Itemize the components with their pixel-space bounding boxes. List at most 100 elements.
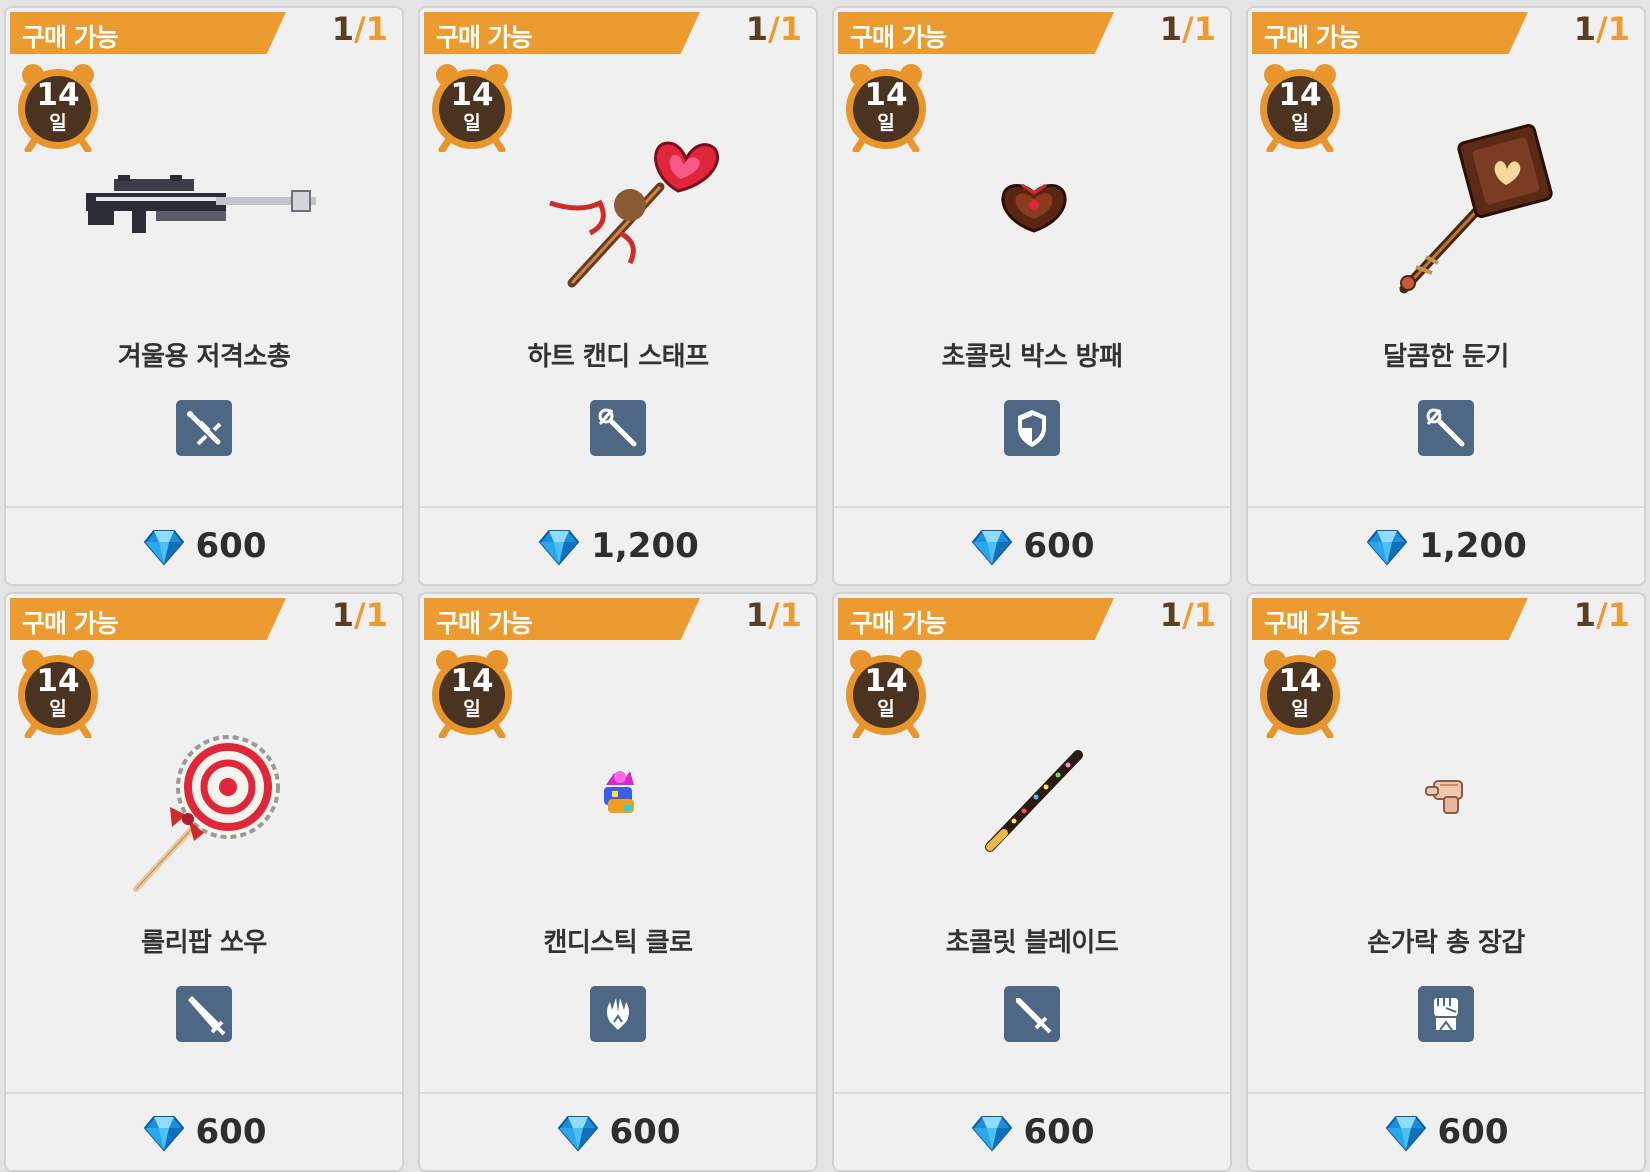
shop-item-card[interactable]: 구매 가능 1/1 14 일 초콜릿 블레이드 600 — [832, 592, 1232, 1172]
quantity-max: 1 — [365, 10, 388, 48]
quantity-separator: / — [1182, 596, 1194, 634]
blue-gem-icon — [970, 1110, 1014, 1154]
quantity-current: 1 — [1159, 10, 1183, 48]
price-bar[interactable]: 600 — [834, 1092, 1230, 1170]
blue-gem-icon — [1384, 1110, 1428, 1154]
quantity-max: 1 — [365, 596, 388, 634]
item-price: 1,200 — [1419, 526, 1527, 566]
gauntlet-icon — [1418, 986, 1474, 1042]
heart-candy-staff-icon — [480, 103, 760, 323]
shop-item-grid: 구매 가능 1/1 14 일 겨울용 저격소총 600 구매 가능 1/1 14… — [0, 0, 1650, 1172]
price-bar[interactable]: 600 — [6, 1092, 402, 1170]
item-price: 600 — [1437, 1112, 1509, 1152]
price-bar[interactable]: 600 — [834, 506, 1230, 584]
shield-icon — [1004, 400, 1060, 456]
item-name: 캔디스틱 클로 — [543, 928, 693, 958]
staff-icon — [590, 400, 646, 456]
quantity-max: 1 — [1193, 596, 1216, 634]
blue-gem-icon — [537, 524, 581, 568]
quantity-max: 1 — [1607, 596, 1630, 634]
quantity-max: 1 — [779, 596, 802, 634]
claw-icon — [590, 986, 646, 1042]
availability-label: 구매 가능 — [436, 23, 533, 52]
availability-banner: 구매 가능 — [1252, 598, 1528, 640]
purchase-quantity: 1/1 — [746, 596, 802, 634]
shop-item-card[interactable]: 구매 가능 1/1 14 일 달콤한 둔기 1,200 — [1246, 6, 1646, 586]
purchase-quantity: 1/1 — [746, 10, 802, 48]
quantity-current: 1 — [331, 10, 355, 48]
sniper-rifle-icon — [176, 400, 232, 456]
availability-banner: 구매 가능 — [1252, 12, 1528, 54]
quantity-separator: / — [1596, 10, 1608, 48]
blue-gem-icon — [1365, 524, 1409, 568]
sword-icon — [1004, 986, 1060, 1042]
item-name: 롤리팝 쏘우 — [141, 928, 267, 958]
availability-label: 구매 가능 — [1264, 609, 1361, 638]
availability-label: 구매 가능 — [436, 609, 533, 638]
great-sword-icon — [176, 986, 232, 1042]
chocolate-blade-icon — [894, 689, 1174, 909]
availability-banner: 구매 가능 — [838, 12, 1114, 54]
purchase-quantity: 1/1 — [1160, 596, 1216, 634]
purchase-quantity: 1/1 — [332, 10, 388, 48]
quantity-separator: / — [768, 596, 780, 634]
quantity-current: 1 — [1159, 596, 1183, 634]
price-bar[interactable]: 1,200 — [420, 506, 816, 584]
quantity-separator: / — [768, 10, 780, 48]
shop-item-card[interactable]: 구매 가능 1/1 14 일 겨울용 저격소총 600 — [4, 6, 404, 586]
purchase-quantity: 1/1 — [1160, 10, 1216, 48]
price-bar[interactable]: 600 — [1248, 1092, 1644, 1170]
quantity-current: 1 — [745, 596, 769, 634]
availability-label: 구매 가능 — [22, 609, 119, 638]
availability-banner: 구매 가능 — [10, 12, 286, 54]
sweet-mace-icon — [1308, 103, 1588, 323]
availability-label: 구매 가능 — [22, 23, 119, 52]
quantity-separator: / — [354, 596, 366, 634]
shop-item-card[interactable]: 구매 가능 1/1 14 일 롤리팝 쏘우 600 — [4, 592, 404, 1172]
availability-label: 구매 가능 — [850, 609, 947, 638]
price-bar[interactable]: 600 — [6, 506, 402, 584]
item-name: 초콜릿 블레이드 — [945, 928, 1119, 958]
availability-banner: 구매 가능 — [838, 598, 1114, 640]
quantity-current: 1 — [331, 596, 355, 634]
candystick-claw-icon — [480, 689, 760, 909]
shop-item-card[interactable]: 구매 가능 1/1 14 일 하트 캔디 스태프 1,200 — [418, 6, 818, 586]
quantity-max: 1 — [1193, 10, 1216, 48]
shop-item-card[interactable]: 구매 가능 1/1 14 일 캔디스틱 클로 600 — [418, 592, 818, 1172]
quantity-separator: / — [354, 10, 366, 48]
shop-item-card[interactable]: 구매 가능 1/1 14 일 초콜릿 박스 방패 600 — [832, 6, 1232, 586]
quantity-max: 1 — [779, 10, 802, 48]
availability-banner: 구매 가능 — [424, 12, 700, 54]
quantity-separator: / — [1596, 596, 1608, 634]
item-name: 하트 캔디 스태프 — [527, 342, 709, 372]
chocolate-box-shield-icon — [894, 103, 1174, 323]
blue-gem-icon — [142, 1110, 186, 1154]
availability-label: 구매 가능 — [850, 23, 947, 52]
lollipop-saw-icon — [66, 689, 346, 909]
price-bar[interactable]: 600 — [420, 1092, 816, 1170]
item-price: 600 — [609, 1112, 681, 1152]
item-name: 초콜릿 박스 방패 — [941, 342, 1123, 372]
blue-gem-icon — [142, 524, 186, 568]
purchase-quantity: 1/1 — [1574, 10, 1630, 48]
availability-banner: 구매 가능 — [424, 598, 700, 640]
item-price: 600 — [195, 1112, 267, 1152]
item-price: 600 — [195, 526, 267, 566]
quantity-current: 1 — [745, 10, 769, 48]
blue-gem-icon — [556, 1110, 600, 1154]
purchase-quantity: 1/1 — [1574, 596, 1630, 634]
item-price: 600 — [1023, 526, 1095, 566]
item-price: 1,200 — [591, 526, 699, 566]
item-name: 달콤한 둔기 — [1383, 342, 1509, 372]
quantity-max: 1 — [1607, 10, 1630, 48]
price-bar[interactable]: 1,200 — [1248, 506, 1644, 584]
item-name: 손가락 총 장갑 — [1367, 928, 1525, 958]
purchase-quantity: 1/1 — [332, 596, 388, 634]
availability-banner: 구매 가능 — [10, 598, 286, 640]
item-price: 600 — [1023, 1112, 1095, 1152]
shop-item-card[interactable]: 구매 가능 1/1 14 일 손가락 총 장갑 600 — [1246, 592, 1646, 1172]
quantity-current: 1 — [1573, 10, 1597, 48]
item-name: 겨울용 저격소총 — [117, 342, 291, 372]
finger-gun-glove-icon — [1308, 689, 1588, 909]
availability-label: 구매 가능 — [1264, 23, 1361, 52]
